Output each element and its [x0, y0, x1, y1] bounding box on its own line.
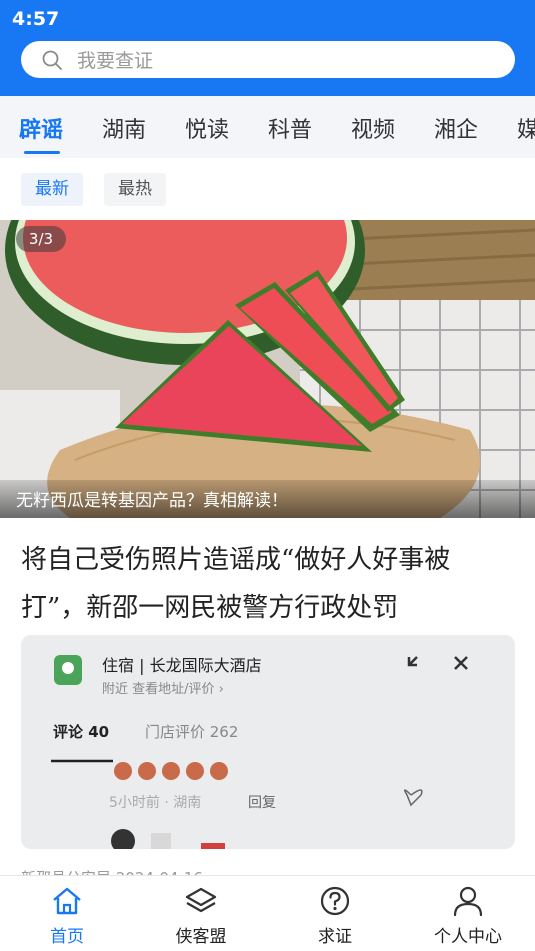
article-thumbnail[interactable]: 住宿 | 长龙国际大酒店 附近 查看地址/评价 › 评论 40 门店评价 262…: [21, 635, 515, 849]
layers-icon: [185, 887, 217, 913]
filter-latest[interactable]: 最新: [21, 173, 83, 206]
article-title[interactable]: 将自己受伤照片造谣成“做好人好事被打”，新邵一网民被警方行政处罚: [21, 536, 515, 632]
banner-carousel[interactable]: [0, 220, 535, 518]
nav-profile-label: 个人中心: [434, 927, 502, 947]
tab-video[interactable]: 视频: [351, 112, 395, 144]
tab-enterprise[interactable]: 湘企: [434, 112, 478, 144]
nav-home-label: 首页: [50, 927, 84, 947]
home-icon: [53, 887, 81, 915]
tab-hunan[interactable]: 湖南: [102, 112, 146, 144]
watermelon-image: [0, 220, 535, 518]
tab-rumor[interactable]: 辟谣: [19, 112, 63, 144]
tab-reading[interactable]: 悦读: [185, 112, 229, 144]
search-bar[interactable]: 我要查证: [21, 41, 515, 78]
thumb-place-title: 住宿 | 长龙国际大酒店: [102, 656, 262, 675]
thumbnail-graphic: [21, 635, 515, 849]
search-placeholder: 我要查证: [77, 50, 154, 72]
category-tabs: 辟谣 湖南 悦读 科普 视频 湘企 媒: [0, 96, 535, 158]
nav-xiakemeng-label: 侠客盟: [175, 927, 227, 947]
thumb-reply: 回复: [248, 795, 276, 811]
user-icon: [453, 886, 483, 917]
thumb-comment-meta: 5小时前 · 湖南: [109, 795, 202, 811]
thumb-comments-tab: 评论 40: [53, 723, 110, 741]
question-icon: [320, 886, 350, 916]
nav-home[interactable]: 首页: [17, 884, 117, 947]
tab-media[interactable]: 媒: [517, 112, 535, 144]
filter-hottest[interactable]: 最热: [104, 173, 166, 206]
banner-caption[interactable]: 无籽西瓜是转基因产品？真相解读！: [16, 486, 288, 511]
header: 4:57 我要查证: [0, 0, 535, 96]
nav-verify[interactable]: 求证: [285, 884, 385, 947]
nav-profile[interactable]: 个人中心: [418, 884, 518, 947]
bottom-nav: 首页 侠客盟 求证 个人中心: [0, 875, 535, 951]
search-icon: [42, 50, 62, 70]
thumb-place-sub: 附近 查看地址/评价 ›: [102, 682, 224, 697]
thumb-store-tab: 门店评价 262: [145, 723, 239, 741]
banner-counter: 3/3: [16, 226, 66, 252]
active-tab-indicator: [24, 151, 60, 154]
status-time: 4:57: [12, 8, 60, 30]
tab-science[interactable]: 科普: [268, 112, 312, 144]
nav-xiakemeng[interactable]: 侠客盟: [151, 884, 251, 947]
nav-verify-label: 求证: [318, 927, 352, 947]
